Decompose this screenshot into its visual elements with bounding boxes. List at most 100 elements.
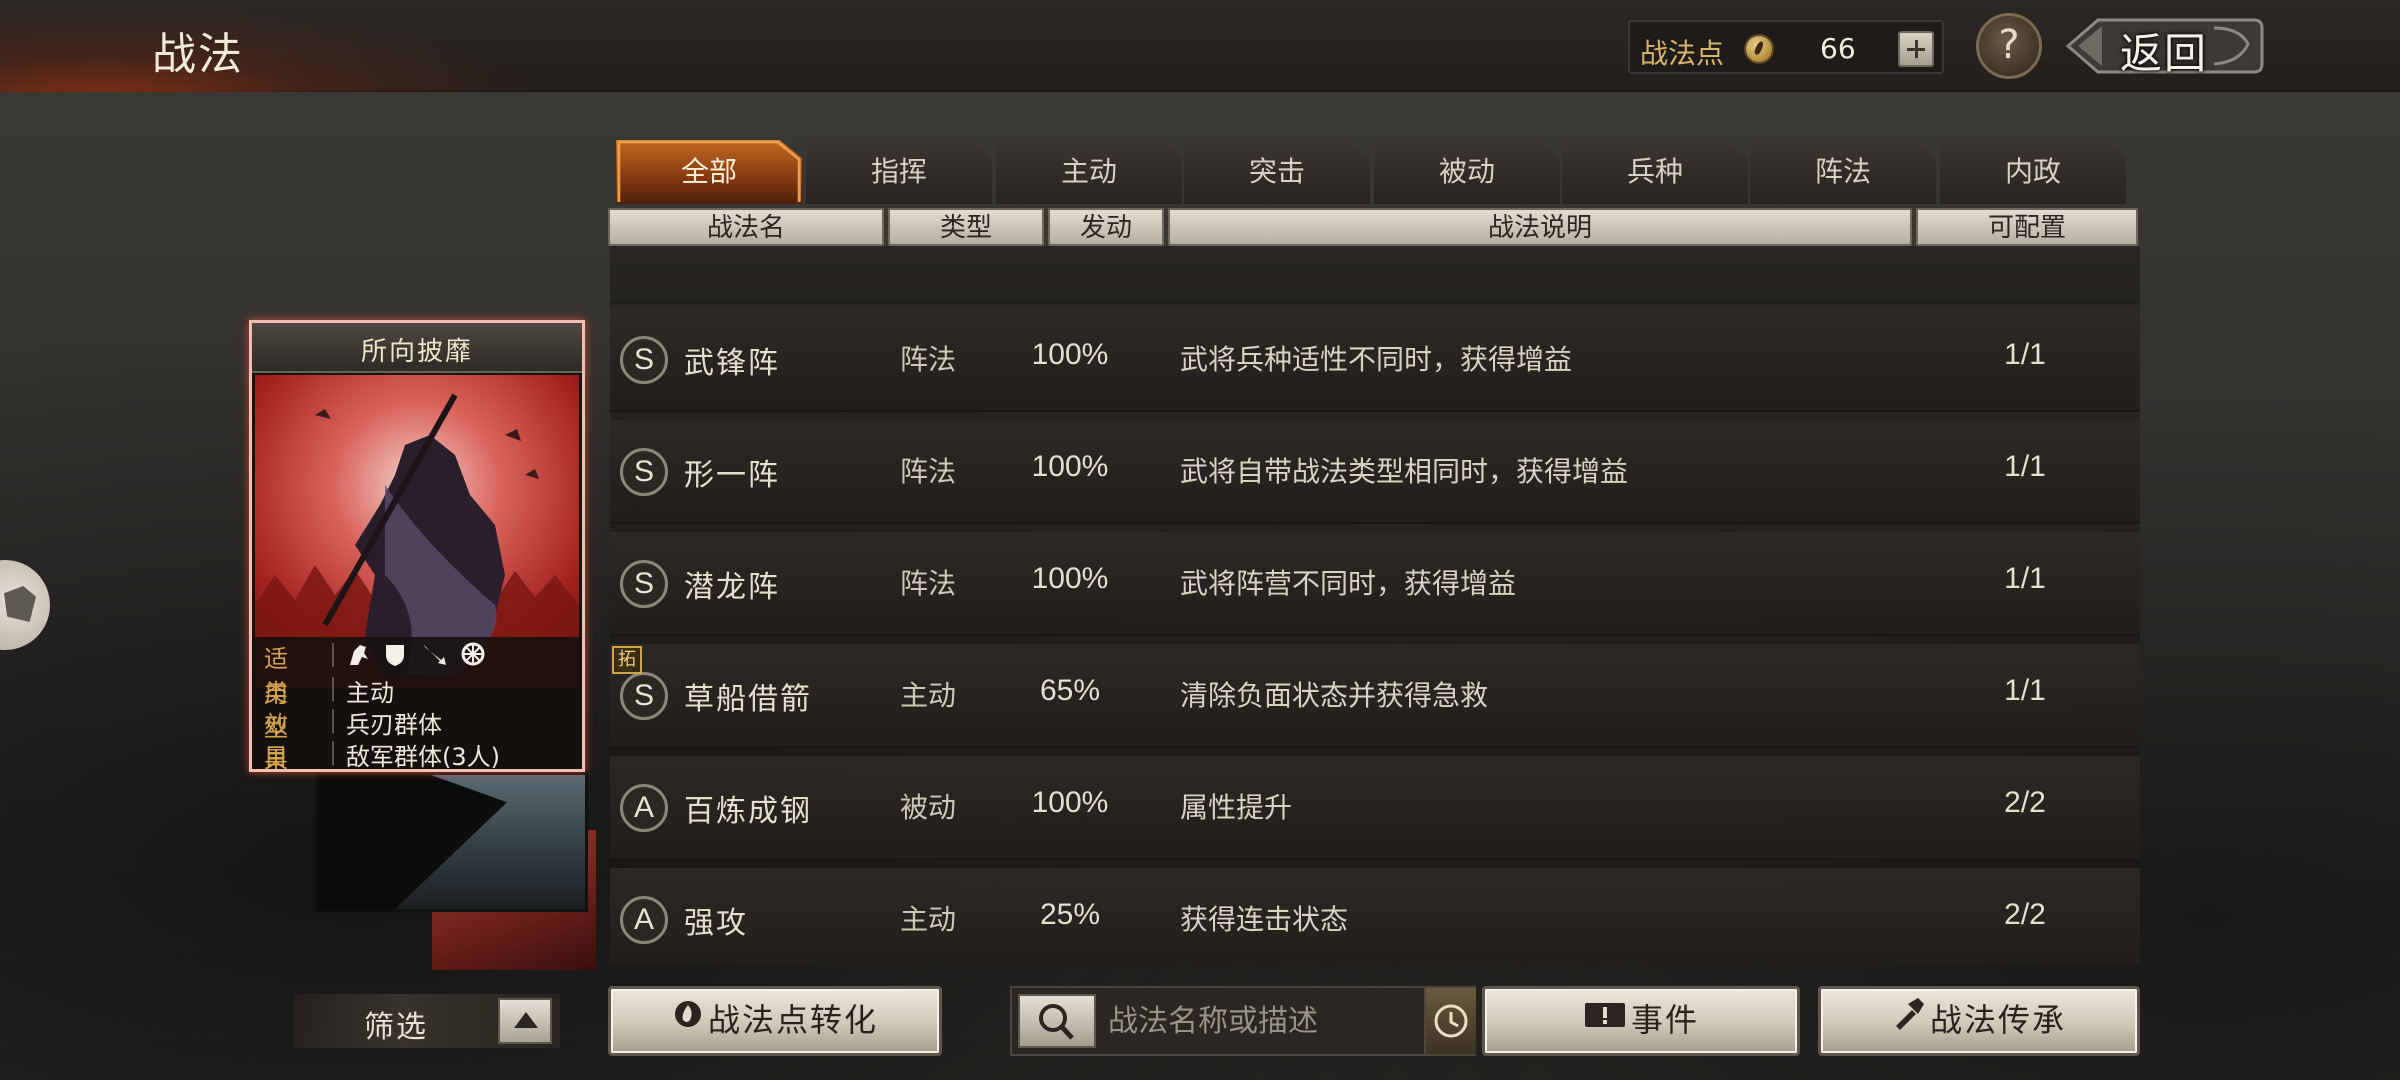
column-header-desc: 战法说明 [1168,208,1912,246]
tactic-points-value: 66 [1820,32,1856,65]
tab-internal[interactable]: 内政 [1940,140,2126,204]
tactic-rate: 100% [1031,450,1109,483]
tactic-slots: 2/2 [2004,786,2046,819]
grade-badge: A [620,784,668,832]
grade-badge: S [620,672,668,720]
tactic-name: 潜龙阵 [684,570,780,605]
page-title: 战法 [152,29,244,80]
filter-control[interactable]: 筛选 [294,994,560,1048]
tactic-type: 主动 [899,679,956,712]
filter-label: 筛选 [364,1010,428,1045]
card-type-value: 主动 [346,679,394,707]
tactic-type: 被动 [899,791,956,824]
tactic-name: 强攻 [684,906,748,941]
column-header-type[interactable]: 类型 [888,208,1044,246]
info-divider [332,677,334,701]
tactic-rate: 100% [1031,786,1109,819]
tab-passive[interactable]: 被动 [1374,140,1560,204]
back-button[interactable]: 返回 [2064,14,2264,78]
back-label: 返回 [2120,29,2209,78]
tactic-inherit-button[interactable]: 战法传承 [1818,986,2140,1056]
table-row[interactable]: A 百炼成钢 被动 100% 属性提升 2/2 [610,756,2140,860]
tactic-rate: 25% [1039,898,1101,931]
tactic-type: 阵法 [899,343,956,376]
card-target-label: 目标 [264,743,288,771]
help-button[interactable]: ? [1976,13,2042,79]
tactic-slots: 1/1 [2004,562,2046,595]
card-effect-value: 兵刃群体 [346,711,442,739]
convert-points-label: 战法点转化 [707,1001,878,1039]
tactic-point-icon [672,988,704,1050]
expand-tag-badge: 拓 [612,646,642,674]
alert-book-icon [1583,988,1627,1050]
tactic-name: 武锋阵 [684,346,780,381]
info-divider [332,709,334,733]
tab-troop[interactable]: 兵种 [1562,140,1748,204]
tactic-detail-card[interactable]: 所向披靡 适用 类型 主动 效果 兵刃群体 目 敌军群体(3人) [249,320,585,772]
tactic-desc: 武将兵种适性不同时，获得增益 [1180,343,1573,376]
history-clock-icon[interactable] [1424,988,1476,1054]
tactic-rate: 65% [1039,674,1101,707]
tactic-type: 主动 [899,903,956,936]
filter-toggle-up-icon[interactable] [498,998,552,1044]
tactic-slots: 1/1 [2004,674,2046,707]
card-title-bar: 所向披靡 [252,323,582,373]
title-glow [0,0,560,92]
info-divider [332,741,334,765]
tactic-desc: 武将自带战法类型相同时，获得增益 [1180,455,1629,488]
tactic-points-display: 战法点 66 [1628,20,1944,74]
convert-points-button[interactable]: 战法点转化 [608,986,942,1056]
add-points-button[interactable] [1898,31,1934,67]
tactic-points-icon [1744,34,1774,64]
grade-badge: A [620,896,668,944]
tactic-list[interactable]: S 武锋阵 阵法 100% 武将兵种适性不同时，获得增益 1/1 S 形一阵 阵… [610,246,2140,964]
tactic-rate: 100% [1031,562,1109,595]
tactic-name: 百炼成钢 [684,794,812,829]
tactic-type: 阵法 [899,455,956,488]
events-label: 事件 [1630,1001,1699,1039]
shield-icon [382,641,408,667]
grade-badge: S [620,448,668,496]
tactic-name: 形一阵 [684,458,780,493]
tactic-points-label: 战法点 [1640,37,1725,70]
table-row[interactable]: S 形一阵 阵法 100% 武将自带战法类型相同时，获得增益 1/1 [610,420,2140,524]
table-row[interactable]: S 武锋阵 阵法 100% 武将兵种适性不同时，获得增益 1/1 [610,308,2140,412]
card-stack-back-1 [314,772,588,912]
tactic-name: 草船借箭 [684,682,812,717]
column-header-slots[interactable]: 可配置 [1916,208,2138,246]
search-icon[interactable] [1018,994,1096,1048]
tactic-desc: 清除负面状态并获得急救 [1180,679,1489,712]
table-row-partial[interactable] [610,246,2140,304]
archer-icon [422,641,448,667]
top-bar: 战法 战法点 66 ? 返回 [0,0,2400,92]
help-icon: ? [1998,22,2020,68]
tactic-desc: 获得连击状态 [1180,903,1349,936]
table-row[interactable]: S 草船借箭 主动 65% 清除负面状态并获得急救 1/1 [610,644,2140,748]
tab-label: 指挥 [870,155,927,188]
tab-label: 兵种 [1626,155,1683,188]
active-tab-outline [617,140,801,203]
tactic-slots: 1/1 [2004,450,2046,483]
tab-assault[interactable]: 突击 [1184,140,1370,204]
tab-formation[interactable]: 阵法 [1750,140,1936,204]
card-target-value: 敌军群体(3人) [346,743,500,771]
tab-command[interactable]: 指挥 [806,140,992,204]
tab-label: 阵法 [1814,155,1871,188]
grade-badge: S [620,336,668,384]
tactic-desc: 属性提升 [1180,791,1293,824]
tactic-desc: 武将阵营不同时，获得增益 [1180,567,1517,600]
table-row[interactable]: A 强攻 主动 25% 获得连击状态 2/2 [610,868,2140,964]
tab-active[interactable]: 主动 [996,140,1182,204]
search-box [1010,986,1476,1056]
tab-label: 突击 [1248,155,1305,188]
tactic-inherit-label: 战法传承 [1929,1001,2066,1039]
column-header-name[interactable]: 战法名 [608,208,884,246]
column-header-rate[interactable]: 发动 [1048,208,1164,246]
tab-label: 被动 [1438,155,1495,188]
search-input[interactable] [1108,998,1408,1044]
tab-label: 内政 [2004,155,2061,188]
info-divider [332,643,334,667]
table-row[interactable]: S 潜龙阵 阵法 100% 武将阵营不同时，获得增益 1/1 [610,532,2140,636]
siege-icon [460,641,486,667]
events-button[interactable]: 事件 [1482,986,1800,1056]
